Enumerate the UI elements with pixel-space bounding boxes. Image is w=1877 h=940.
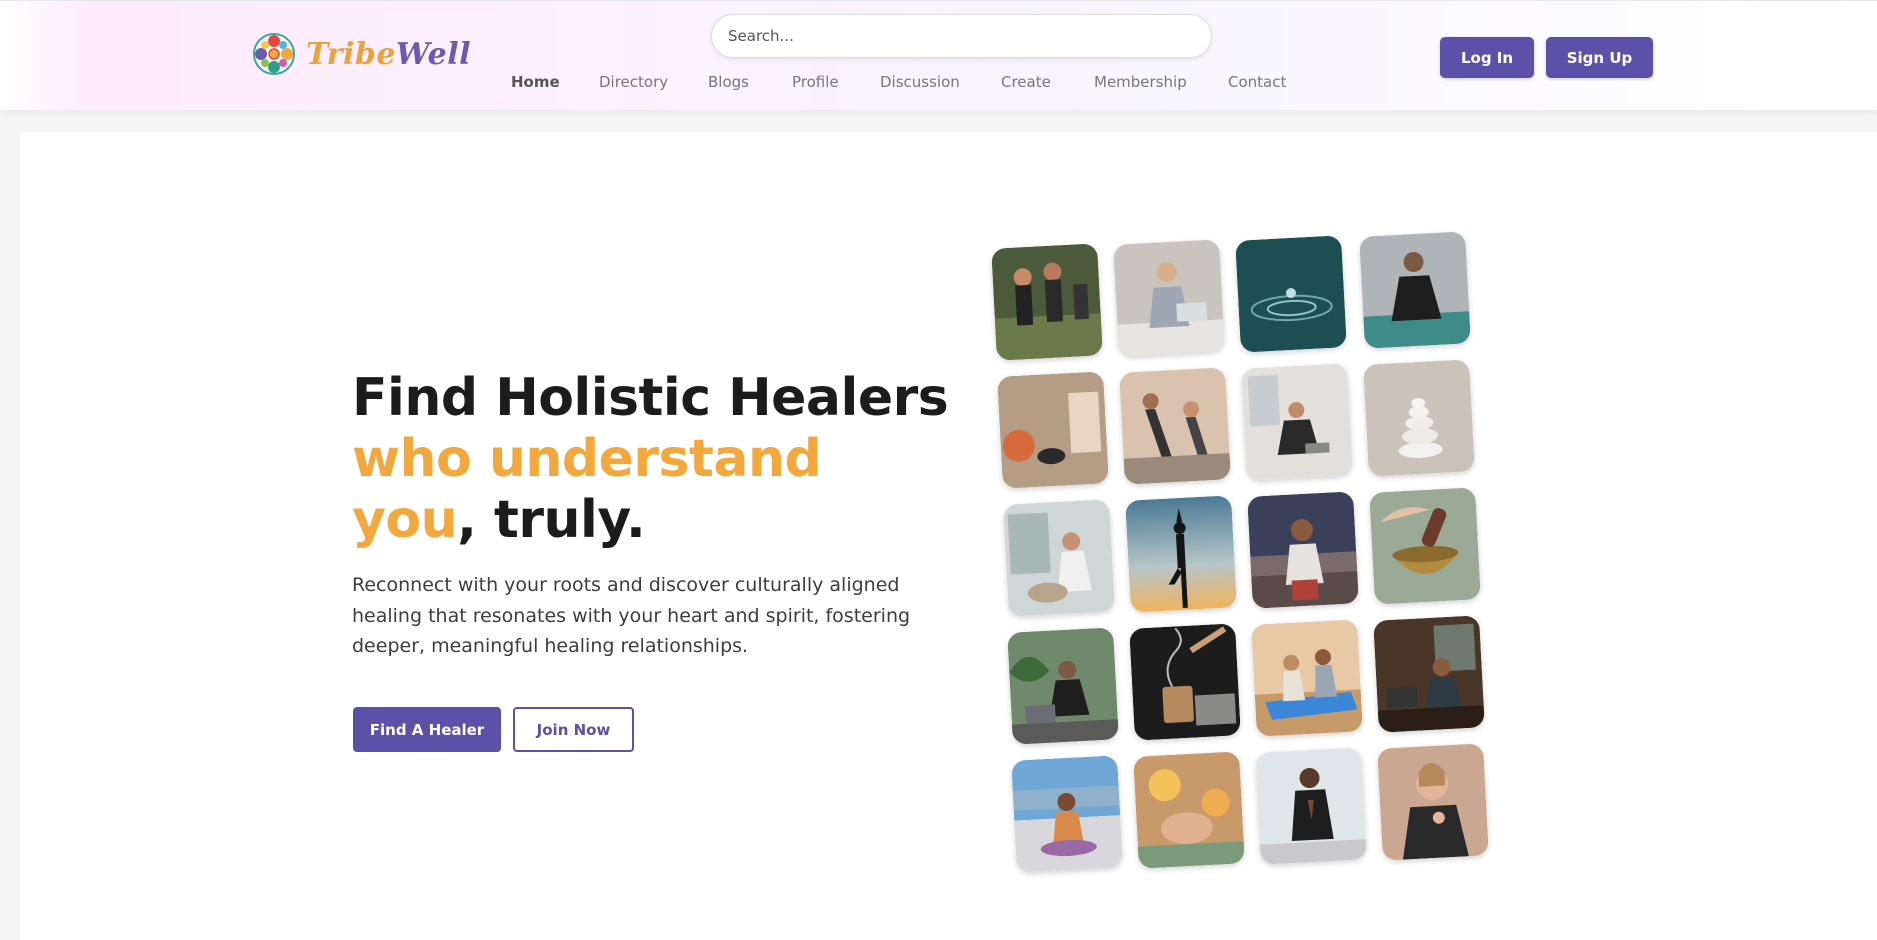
brand-name-part2: Well [395, 36, 472, 72]
gallery-image-city-prayer [1247, 491, 1359, 609]
hero-title: Find Holistic Healers who understand you… [352, 368, 952, 551]
join-now-button[interactable]: Join Now [513, 707, 634, 752]
search-input[interactable] [728, 27, 1211, 45]
brand-name-part1: Tribe [306, 36, 396, 72]
nav-item-blogs[interactable]: Blogs [708, 73, 749, 91]
gallery-image-singing-bowl [1369, 487, 1481, 605]
nav-item-create[interactable]: Create [1001, 73, 1051, 91]
site-header: TribeWell Home Directory Blogs Profile D… [0, 0, 1877, 110]
nav-item-directory[interactable]: Directory [599, 73, 668, 91]
gallery-image-couple-mat [1251, 619, 1363, 737]
nav-item-membership[interactable]: Membership [1094, 73, 1187, 91]
login-button[interactable]: Log In [1440, 37, 1534, 78]
brand-wordmark: TribeWell [306, 37, 471, 72]
brand-logo[interactable]: TribeWell [252, 32, 471, 76]
hero-title-line1: Find Holistic Healers [352, 368, 949, 428]
gallery-image-dark-room-meditation [1373, 615, 1485, 733]
gallery-image-window-stretch [1003, 499, 1115, 617]
mandala-logo-icon [252, 32, 296, 76]
gallery-image-zen-stones [1363, 359, 1475, 477]
search-box [711, 14, 1212, 58]
gallery-image-plants-yoga-laptop [1007, 627, 1119, 745]
gallery-image-laptop-meditation [1113, 239, 1225, 357]
gallery-image-calm-breathing [1377, 743, 1489, 861]
signup-button[interactable]: Sign Up [1546, 37, 1653, 78]
nav-item-profile[interactable]: Profile [792, 73, 839, 91]
gallery-image-couple-yoga [1119, 367, 1231, 485]
nav-item-contact[interactable]: Contact [1228, 73, 1286, 91]
gallery-image-water-ripple [1235, 235, 1347, 353]
gallery-image-tree-pose-sunset [1125, 495, 1237, 613]
hero-title-end: , truly. [457, 490, 646, 550]
nav-item-discussion[interactable]: Discussion [880, 73, 960, 91]
gallery-image-studio-meditation [1359, 231, 1471, 349]
gallery-image-apartment-meditation [1241, 363, 1353, 481]
gallery-image-namaste-pose [1255, 747, 1367, 865]
gallery-image-candle-incense [997, 371, 1109, 489]
gallery-image-reiki-session [1133, 751, 1245, 869]
hero-subtitle: Reconnect with your roots and discover c… [352, 574, 911, 657]
hero-title-accent1: who understand [352, 429, 822, 489]
gallery-image-incense-smoke [1129, 623, 1241, 741]
hero-title-accent2: you [352, 490, 458, 550]
gallery-image-beach-meditation [1011, 755, 1123, 873]
healing-photo-gallery [990, 228, 1500, 878]
gallery-image-group-yoga [991, 243, 1103, 361]
find-healer-button[interactable]: Find A Healer [353, 707, 501, 752]
nav-item-home[interactable]: Home [511, 73, 560, 91]
